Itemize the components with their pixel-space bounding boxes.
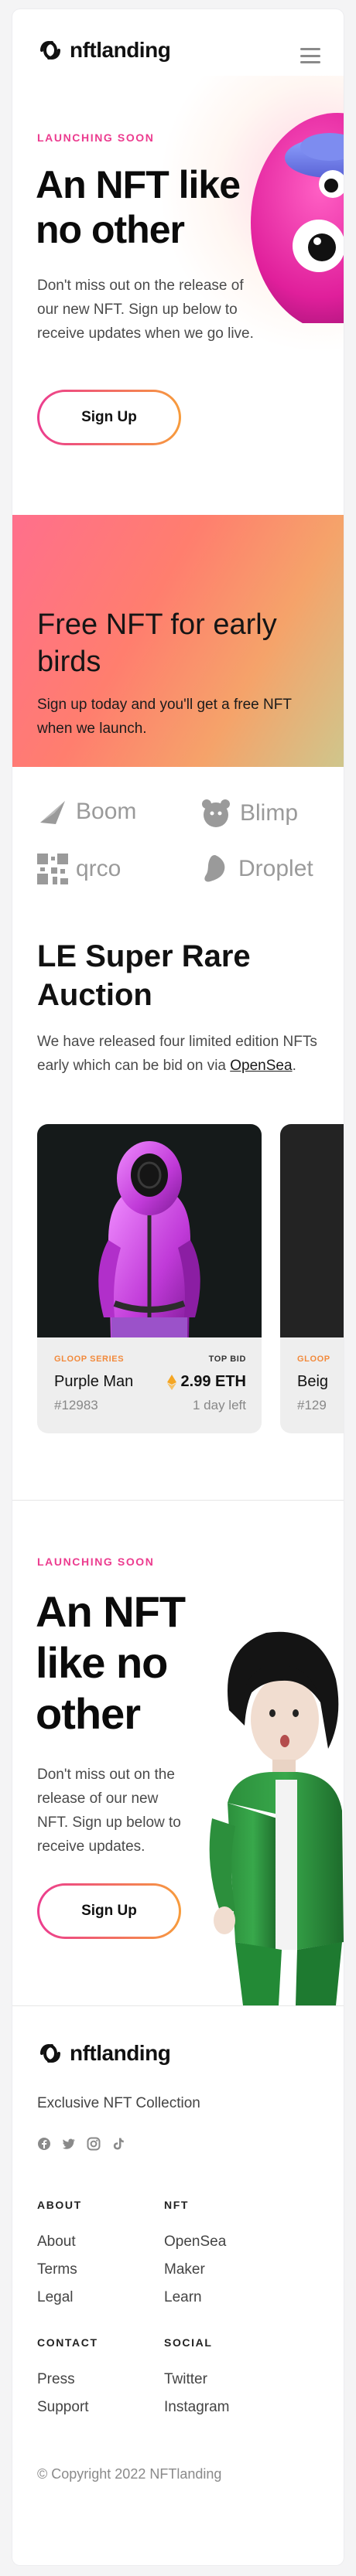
footer-heading: CONTACT xyxy=(37,2336,98,2349)
sign-up-button[interactable]: Sign Up xyxy=(37,390,181,445)
footer-column-contact: CONTACT Press Support xyxy=(37,2336,98,2421)
brand-boom: Boom xyxy=(37,798,136,826)
opensea-link[interactable]: OpenSea xyxy=(230,1058,292,1074)
instagram-icon[interactable] xyxy=(87,2137,101,2151)
footer-heading: SOCIAL xyxy=(164,2336,213,2349)
hero2-eyebrow: LAUNCHING SOON xyxy=(37,1555,155,1568)
logo-mark-icon xyxy=(40,40,60,60)
brand-name: Blimp xyxy=(240,800,299,826)
card-id: #12983 xyxy=(54,1398,98,1412)
hero2-text: Don't miss out on the release of our new… xyxy=(37,1767,181,1855)
auction-text: We have released four limited edition NF… xyxy=(37,1030,323,1078)
footer-column-about: ABOUT About Terms Legal xyxy=(37,2199,82,2312)
brand-name: Boom xyxy=(76,799,137,824)
section-divider xyxy=(12,1500,344,1501)
menu-icon[interactable] xyxy=(300,48,320,63)
footer-column-nft: NFT OpenSea Maker Learn xyxy=(164,2199,226,2312)
hero-text: Don't miss out on the release of our new… xyxy=(37,278,254,342)
auction-text-end: . xyxy=(292,1058,296,1074)
logo-text: nftlanding xyxy=(70,38,171,62)
qrco-logo-icon xyxy=(37,854,68,884)
sign-up-button-label: Sign Up xyxy=(39,392,179,443)
footer-logo[interactable]: nftlanding xyxy=(37,2041,171,2066)
brand-logos: Boom Blimp qrco Droplet xyxy=(12,798,344,906)
card-bid-label: TOP BID xyxy=(208,1354,246,1364)
card-name: Purple Man xyxy=(54,1373,134,1390)
footer-divider xyxy=(12,2005,344,2006)
brand-blimp: Blimp xyxy=(200,798,298,829)
droplet-logo-icon xyxy=(204,855,225,882)
hero-eyebrow: LAUNCHING SOON xyxy=(37,131,155,144)
brand-droplet: Droplet xyxy=(200,854,313,884)
brand-qrco: qrco xyxy=(37,854,121,884)
facebook-icon[interactable] xyxy=(37,2137,51,2151)
card-id: #129 xyxy=(297,1398,327,1412)
card-price: 2.99 ETH xyxy=(166,1373,246,1391)
hero2-title: An NFT like no other xyxy=(36,1587,186,1738)
sign-up-button-label: Sign Up xyxy=(39,1886,179,1937)
card-name: Beig xyxy=(297,1373,329,1390)
blimp-logo-icon xyxy=(202,799,230,827)
twitter-icon[interactable] xyxy=(62,2137,76,2151)
footer-link-maker[interactable]: Maker xyxy=(164,2256,226,2284)
card-price-value: 2.99 ETH xyxy=(180,1373,246,1390)
nft-card[interactable]: GLOOP SERIES TOP BID Purple Man 2.99 ETH… xyxy=(37,1124,262,1433)
footer-heading: ABOUT xyxy=(37,2199,82,2211)
footer-link-legal[interactable]: Legal xyxy=(37,2284,82,2312)
logo[interactable]: nftlanding xyxy=(37,38,171,63)
girl-in-green-illustration xyxy=(209,1631,344,2005)
promo-title: Free NFT for early birds xyxy=(37,608,277,678)
promo-text: Sign up today and you'll get a free NFT … xyxy=(37,697,292,737)
hero-section: LAUNCHING SOON An NFT like no other Don'… xyxy=(12,76,344,515)
sign-up-button-2[interactable]: Sign Up xyxy=(37,1883,181,1939)
social-links xyxy=(37,2137,125,2151)
page: nftlanding LAUNCHING SOON An NFT like no… xyxy=(12,9,344,2565)
logo-text: nftlanding xyxy=(70,2041,171,2065)
copyright: © Copyright 2022 NFTlanding xyxy=(37,2466,222,2482)
footer-link-twitter[interactable]: Twitter xyxy=(164,2366,229,2394)
purple-man-illustration xyxy=(98,1141,200,1337)
brand-name: qrco xyxy=(76,856,122,881)
ethereum-icon xyxy=(166,1374,176,1390)
footer-link-learn[interactable]: Learn xyxy=(164,2284,226,2312)
footer-tagline: Exclusive NFT Collection xyxy=(37,2095,200,2111)
card-series: GLOOP xyxy=(297,1354,330,1364)
footer-heading: NFT xyxy=(164,2199,190,2211)
footer-link-opensea[interactable]: OpenSea xyxy=(164,2228,226,2256)
nft-card-image xyxy=(280,1124,344,1337)
tiktok-icon[interactable] xyxy=(111,2137,125,2151)
footer-link-support[interactable]: Support xyxy=(37,2394,98,2421)
boom-logo-icon xyxy=(40,801,65,824)
brand-name: Droplet xyxy=(238,856,313,881)
nft-card-image xyxy=(37,1124,262,1337)
auction-title: LE Super Rare Auction xyxy=(37,939,251,1012)
hero-title: An NFT like no other xyxy=(36,163,241,251)
footer-link-instagram[interactable]: Instagram xyxy=(164,2394,229,2421)
logo-mark-icon xyxy=(40,2043,60,2063)
card-time-left: 1 day left xyxy=(193,1398,246,1412)
footer-link-terms[interactable]: Terms xyxy=(37,2256,82,2284)
nft-card-meta: GLOOP Beig #129 xyxy=(297,1354,344,1412)
nft-card[interactable]: GLOOP Beig #129 xyxy=(280,1124,344,1433)
footer-link-about[interactable]: About xyxy=(37,2228,82,2256)
footer-link-press[interactable]: Press xyxy=(37,2366,98,2394)
footer-column-social: SOCIAL Twitter Instagram xyxy=(164,2336,229,2421)
nft-card-meta: GLOOP SERIES TOP BID Purple Man 2.99 ETH… xyxy=(54,1354,246,1412)
promo-banner: Free NFT for early birds Sign up today a… xyxy=(12,515,344,767)
